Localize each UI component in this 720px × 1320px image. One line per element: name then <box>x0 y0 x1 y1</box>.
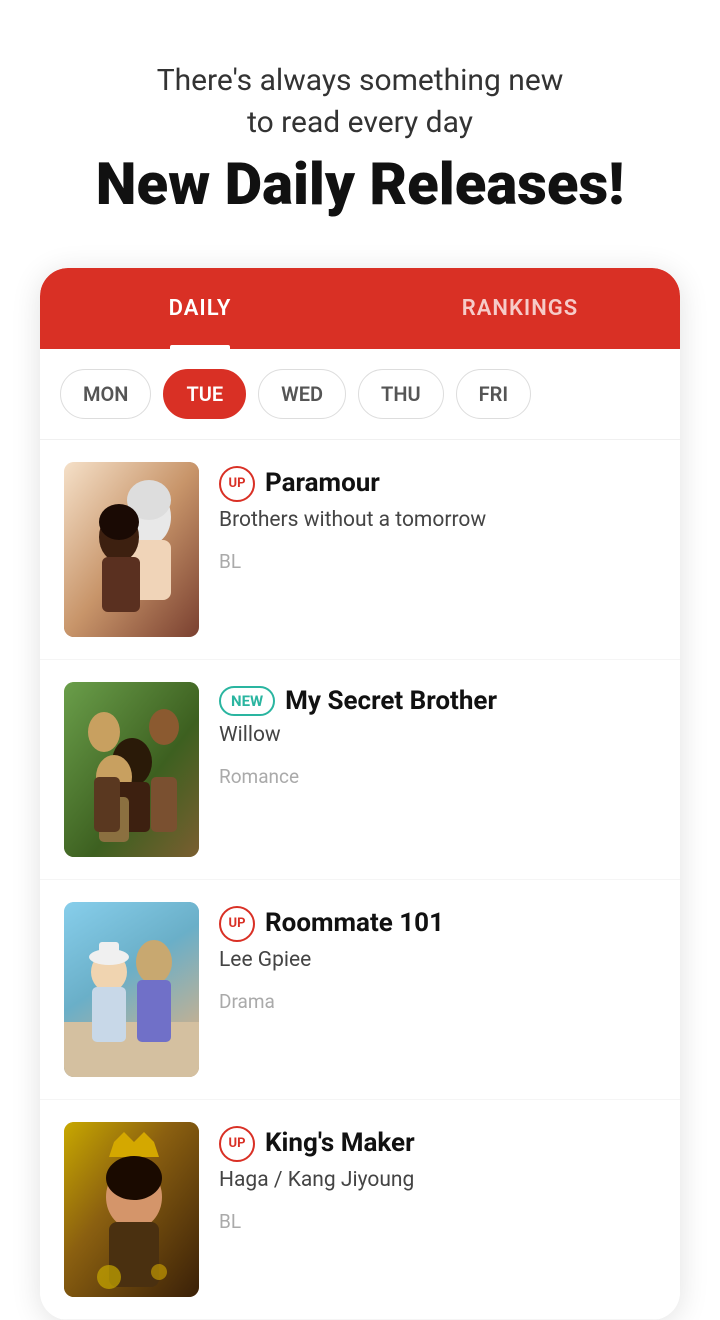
comic-author-paramour: Brothers without a tomorrow <box>219 508 656 532</box>
comic-info-roommate101: UP Roommate 101 Lee Gpiee Drama <box>199 902 656 1013</box>
comic-author-mysecretbrother: Willow <box>219 723 656 747</box>
comic-title-row-paramour: UP Paramour <box>219 466 656 502</box>
comic-genre-paramour: BL <box>219 550 656 573</box>
comic-item-kingsmaker[interactable]: UP King's Maker Haga / Kang Jiyoung BL <box>40 1100 680 1320</box>
comic-title-mysecretbrother: My Secret Brother <box>285 686 497 717</box>
comic-info-mysecretbrother: NEW My Secret Brother Willow Romance <box>199 682 656 788</box>
comic-title-row-roommate101: UP Roommate 101 <box>219 906 656 942</box>
comic-genre-kingsmaker: BL <box>219 1210 656 1233</box>
comic-item-roommate101[interactable]: UP Roommate 101 Lee Gpiee Drama <box>40 880 680 1100</box>
header-title: New Daily Releases! <box>40 154 680 218</box>
tab-daily[interactable]: DAILY <box>40 268 360 349</box>
comic-title-paramour: Paramour <box>265 468 380 499</box>
comic-genre-mysecretbrother: Romance <box>219 765 656 788</box>
comic-thumb-roommate101 <box>64 902 199 1077</box>
days-row: MON TUE WED THU FRI <box>40 349 680 440</box>
comic-item-mysecretbrother[interactable]: NEW My Secret Brother Willow Romance <box>40 660 680 880</box>
day-fri[interactable]: FRI <box>456 369 531 419</box>
comic-author-kingsmaker: Haga / Kang Jiyoung <box>219 1168 656 1192</box>
badge-up-roommate101: UP <box>219 906 255 942</box>
comics-list: UP Paramour Brothers without a tomorrow … <box>40 440 680 1320</box>
comic-thumb-mysecretbrother <box>64 682 199 857</box>
badge-up-kingsmaker: UP <box>219 1126 255 1162</box>
card-container: DAILY RANKINGS MON TUE WED THU FRI <box>40 268 680 1320</box>
comic-author-roommate101: Lee Gpiee <box>219 948 656 972</box>
comic-item-paramour[interactable]: UP Paramour Brothers without a tomorrow … <box>40 440 680 660</box>
comic-info-paramour: UP Paramour Brothers without a tomorrow … <box>199 462 656 573</box>
badge-new-mysecretbrother: NEW <box>219 686 275 716</box>
comic-title-roommate101: Roommate 101 <box>265 908 444 939</box>
comic-title-kingsmaker: King's Maker <box>265 1128 415 1159</box>
tabs-header: DAILY RANKINGS <box>40 268 680 349</box>
header-section: There's always something newto read ever… <box>0 0 720 248</box>
day-mon[interactable]: MON <box>60 369 151 419</box>
tab-rankings[interactable]: RANKINGS <box>360 268 680 349</box>
comic-info-kingsmaker: UP King's Maker Haga / Kang Jiyoung BL <box>199 1122 656 1233</box>
header-subtitle: There's always something newto read ever… <box>40 60 680 144</box>
day-thu[interactable]: THU <box>358 369 444 419</box>
comic-title-row-mysecretbrother: NEW My Secret Brother <box>219 686 656 717</box>
comic-thumb-paramour <box>64 462 199 637</box>
comic-thumb-kingsmaker <box>64 1122 199 1297</box>
badge-up-paramour: UP <box>219 466 255 502</box>
comic-title-row-kingsmaker: UP King's Maker <box>219 1126 656 1162</box>
day-wed[interactable]: WED <box>258 369 346 419</box>
day-tue[interactable]: TUE <box>163 369 246 419</box>
comic-genre-roommate101: Drama <box>219 990 656 1013</box>
